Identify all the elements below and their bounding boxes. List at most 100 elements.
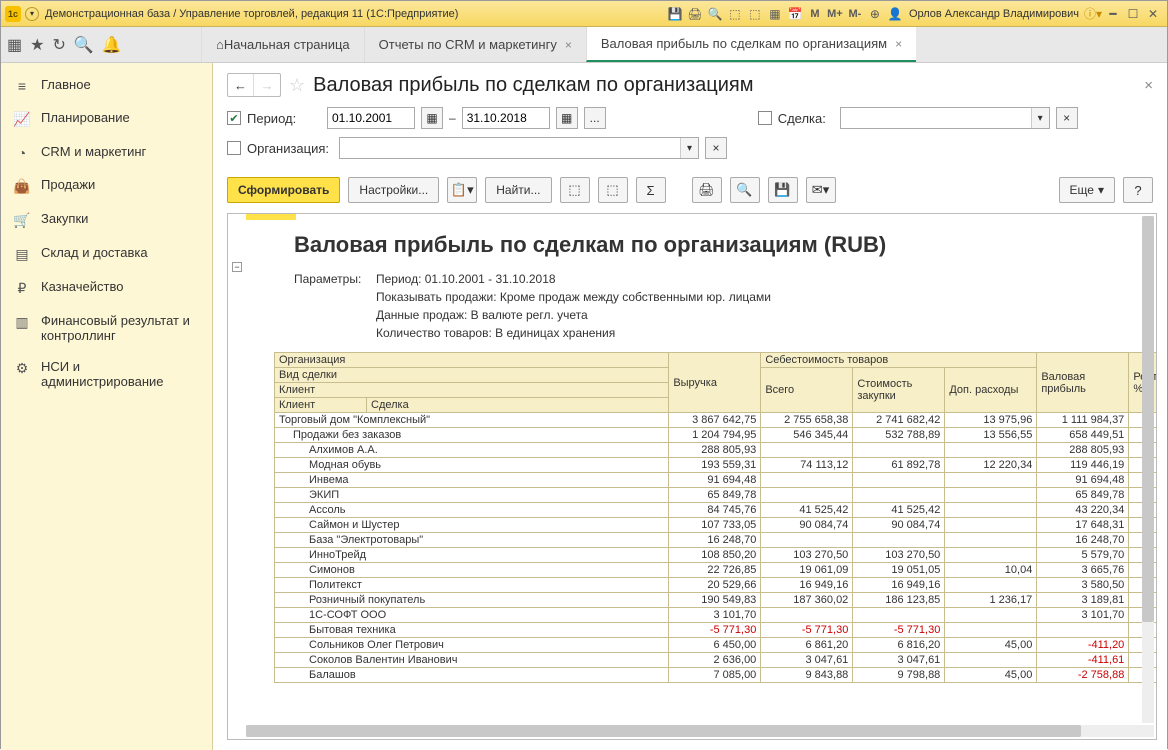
org-clear-button[interactable]: ×: [705, 137, 727, 159]
table-row[interactable]: Бытовая техника-5 771,30-5 771,30-5 771,…: [275, 623, 1157, 638]
date-to-input[interactable]: [462, 107, 550, 129]
favorite-star-icon[interactable]: ☆: [289, 75, 305, 96]
variants-button[interactable]: 📋▾: [447, 177, 477, 203]
org-dropdown-icon[interactable]: ▾: [680, 138, 698, 158]
find-button[interactable]: Найти...: [485, 177, 551, 203]
memory-mplus-icon[interactable]: M+: [826, 5, 844, 23]
collapse-button[interactable]: ⬚: [598, 177, 628, 203]
sidebar-item-sales[interactable]: 👜Продажи: [1, 169, 212, 203]
table-row[interactable]: Торговый дом "Комплексный"3 867 642,752 …: [275, 413, 1157, 428]
row-value: -2 758,88: [1037, 668, 1129, 683]
sidebar-item-treasury[interactable]: ₽Казначейство: [1, 271, 212, 305]
save-report-button[interactable]: 💾: [768, 177, 798, 203]
vertical-scrollbar[interactable]: [1142, 216, 1154, 723]
fold-params[interactable]: −: [232, 262, 242, 272]
report-scroll[interactable]: − Валовая прибыль по сделкам по организа…: [228, 214, 1156, 739]
settings-button[interactable]: Настройки...: [348, 177, 439, 203]
row-value: 45,00: [945, 638, 1037, 653]
print-button[interactable]: 🖨: [692, 177, 722, 203]
memory-m-icon[interactable]: M: [806, 5, 824, 23]
deal-checkbox[interactable]: [758, 111, 772, 125]
close-window-icon[interactable]: ✕: [1144, 5, 1162, 23]
window-title: Демонстрационная база / Управление торго…: [45, 8, 458, 20]
deal-input[interactable]: [841, 108, 1031, 128]
period-more-button[interactable]: ...: [584, 107, 606, 129]
help-button[interactable]: ?: [1123, 177, 1153, 203]
table-row[interactable]: Соколов Валентин Иванович2 636,003 047,6…: [275, 653, 1157, 668]
deal-dropdown-icon[interactable]: ▾: [1031, 108, 1049, 128]
app-menu-dropdown[interactable]: ▾: [25, 7, 39, 21]
deal-clear-button[interactable]: ×: [1056, 107, 1078, 129]
maximize-icon[interactable]: ☐: [1124, 5, 1142, 23]
table-header: Организация Выручка Себестоимость товаро…: [275, 353, 1157, 413]
info-icon[interactable]: ⓘ▾: [1084, 5, 1102, 23]
page-close-icon[interactable]: ×: [1144, 77, 1153, 94]
doc-in-icon[interactable]: ⬚: [726, 5, 744, 23]
mail-button[interactable]: ✉▾: [806, 177, 836, 203]
table-row[interactable]: Алхимов А.А.288 805,93288 805,93100,00: [275, 443, 1157, 458]
calc-icon[interactable]: ▦: [766, 5, 784, 23]
sidebar-item-main[interactable]: ≡Главное: [1, 69, 212, 102]
deal-combo[interactable]: ▾: [840, 107, 1050, 129]
table-row[interactable]: ЭКИП65 849,7865 849,78100,00: [275, 488, 1157, 503]
doc-out-icon[interactable]: ⬚: [746, 5, 764, 23]
row-name: Сольников Олег Петрович: [275, 638, 669, 653]
sidebar-item-admin[interactable]: ⚙НСИ и администрирование: [1, 351, 212, 397]
date-from-input[interactable]: [327, 107, 415, 129]
search-icon[interactable]: 🔍: [74, 35, 94, 55]
table-row[interactable]: Симонов22 726,8519 061,0919 051,0510,043…: [275, 563, 1157, 578]
sidebar-item-planning[interactable]: 📈Планирование: [1, 102, 212, 136]
minimize-icon[interactable]: ━: [1104, 5, 1122, 23]
date-from-picker-icon[interactable]: ▦: [421, 107, 443, 129]
tab-close-icon[interactable]: ×: [895, 37, 902, 51]
save-icon[interactable]: 💾: [666, 5, 684, 23]
history-icon[interactable]: ↻: [52, 35, 65, 55]
apps-icon[interactable]: ▦: [7, 35, 22, 55]
period-checkbox[interactable]: ✔: [227, 111, 241, 125]
table-row[interactable]: Сольников Олег Петрович6 450,006 861,206…: [275, 638, 1157, 653]
table-row[interactable]: Саймон и Шустер107 733,0590 084,7490 084…: [275, 518, 1157, 533]
date-to-picker-icon[interactable]: ▦: [556, 107, 578, 129]
more-button[interactable]: Еще ▾: [1059, 177, 1115, 203]
preview-icon[interactable]: 🔍: [706, 5, 724, 23]
preview-button[interactable]: 🔍: [730, 177, 760, 203]
horizontal-scrollbar[interactable]: [246, 725, 1154, 737]
table-row[interactable]: Балашов7 085,009 843,889 798,8845,00-2 7…: [275, 668, 1157, 683]
row-value: 43 220,34: [1037, 503, 1129, 518]
tab-gross-profit[interactable]: Валовая прибыль по сделкам по организаци…: [586, 27, 916, 62]
tab-home[interactable]: ⌂ Начальная страница: [201, 27, 364, 62]
table-row[interactable]: Политекст20 529,6616 949,1616 949,163 58…: [275, 578, 1157, 593]
table-row[interactable]: Инвема91 694,4891 694,48100,00: [275, 473, 1157, 488]
table-row[interactable]: 1С-СОФТ ООО3 101,703 101,70100,00: [275, 608, 1157, 623]
table-row[interactable]: ИнноТрейд108 850,20103 270,50103 270,505…: [275, 548, 1157, 563]
tab-close-icon[interactable]: ×: [565, 38, 572, 52]
org-input[interactable]: [340, 138, 680, 158]
notifications-icon[interactable]: 🔔: [102, 35, 122, 55]
print-icon[interactable]: 🖨: [686, 5, 704, 23]
nav-forward-button[interactable]: →: [254, 74, 280, 96]
expand-button[interactable]: ⬚: [560, 177, 590, 203]
row-value: 658 449,51: [1037, 428, 1129, 443]
tab-reports-crm[interactable]: Отчеты по CRM и маркетингу ×: [364, 27, 586, 62]
nav-back-button[interactable]: ←: [228, 74, 254, 96]
sidebar-item-purchase[interactable]: 🛒Закупки: [1, 203, 212, 237]
zoom-icon[interactable]: ⊕: [866, 5, 884, 23]
sum-button[interactable]: Σ: [636, 177, 666, 203]
sidebar-item-stock[interactable]: ▤Склад и доставка: [1, 237, 212, 271]
row-value: 9 843,88: [761, 668, 853, 683]
col-cost: Себестоимость товаров: [761, 353, 1037, 368]
table-row[interactable]: Модная обувь193 559,3174 113,1261 892,78…: [275, 458, 1157, 473]
sidebar-item-finresult[interactable]: ▥Финансовый результат и контроллинг: [1, 305, 212, 351]
table-row[interactable]: Розничный покупатель190 549,83187 360,02…: [275, 593, 1157, 608]
table-row[interactable]: Продажи без заказов1 204 794,95546 345,4…: [275, 428, 1157, 443]
table-row[interactable]: База "Электротовары"16 248,7016 248,7010…: [275, 533, 1157, 548]
calendar-icon[interactable]: 📅: [786, 5, 804, 23]
form-button[interactable]: Сформировать: [227, 177, 340, 203]
param-line: Данные продаж: В валюте регл. учета: [376, 308, 588, 322]
favorite-icon[interactable]: ★: [30, 35, 44, 55]
sidebar-item-crm[interactable]: ◔CRM и маркетинг: [1, 136, 212, 169]
table-row[interactable]: Ассоль84 745,7641 525,4241 525,4243 220,…: [275, 503, 1157, 518]
memory-mminus-icon[interactable]: M-: [846, 5, 864, 23]
org-checkbox[interactable]: [227, 141, 241, 155]
org-combo[interactable]: ▾: [339, 137, 699, 159]
